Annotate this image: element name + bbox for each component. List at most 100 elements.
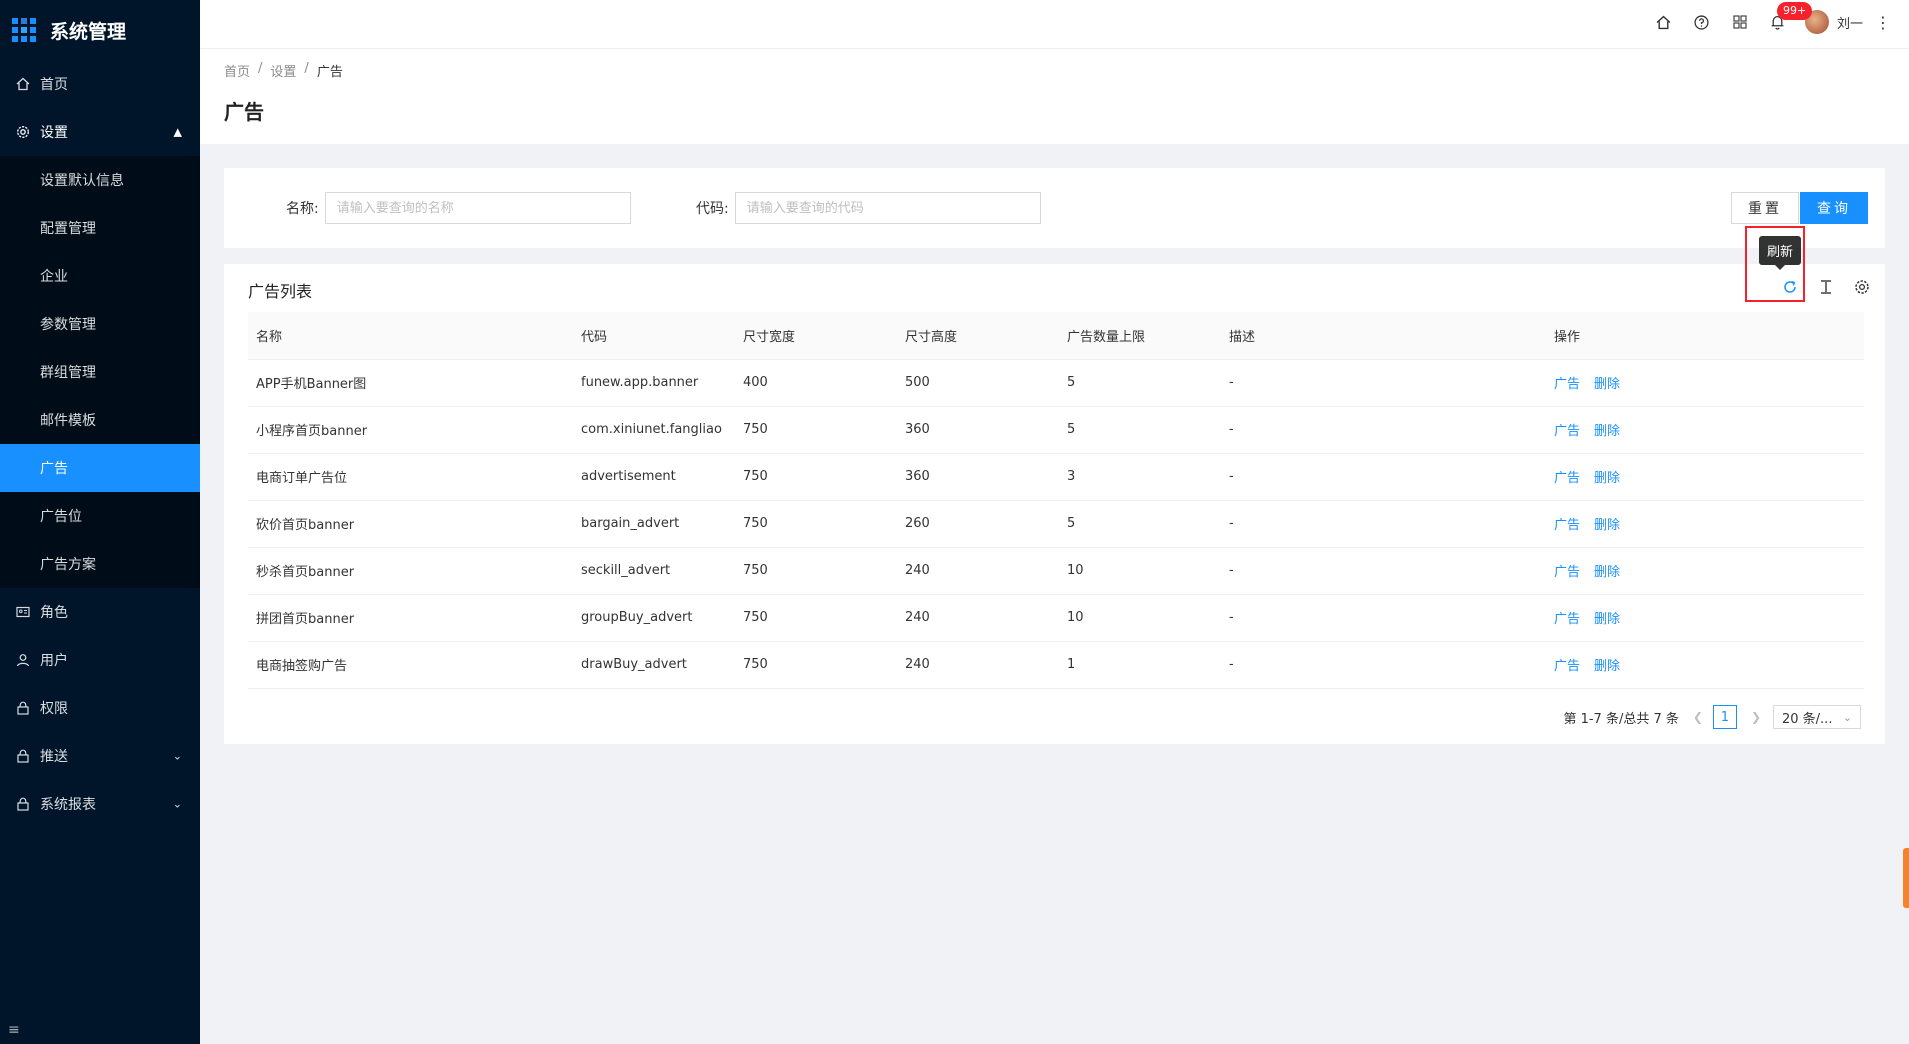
column-header: 描述 xyxy=(1221,312,1546,360)
cell-width: 400 xyxy=(735,359,897,407)
chevron-up-icon: ▲ xyxy=(173,125,182,139)
table-row: 电商抽签购广告 drawBuy_advert 750 240 1 - 广告 删除 xyxy=(248,641,1864,689)
column-header: 代码 xyxy=(573,312,735,360)
cell-height: 240 xyxy=(897,547,1059,595)
delete-link[interactable]: 删除 xyxy=(1594,612,1620,627)
cell-name: 拼团首页banner xyxy=(248,594,573,642)
sidebar-item-label: 广告 xyxy=(40,461,68,477)
sidebar-item-config[interactable]: 配置管理 xyxy=(0,204,200,252)
sidebar-item-label: 首页 xyxy=(40,77,68,93)
cell-code: bargain_advert xyxy=(573,500,735,548)
cell-desc: - xyxy=(1221,359,1546,407)
reset-button[interactable]: 重置 xyxy=(1731,192,1799,224)
breadcrumb-home[interactable]: 首页 xyxy=(224,61,250,80)
page-size-select[interactable]: 20 条/... ⌄ xyxy=(1773,705,1861,729)
sidebar-item-ad-slots[interactable]: 广告位 xyxy=(0,492,200,540)
sidebar-item-push[interactable]: 推送 ⌄ xyxy=(0,732,200,780)
sidebar-item-company[interactable]: 企业 xyxy=(0,252,200,300)
home-icon[interactable] xyxy=(1645,0,1683,44)
breadcrumb-separator: / xyxy=(304,61,309,76)
table-header-row: 名称 代码 尺寸宽度 尺寸高度 广告数量上限 描述 操作 xyxy=(248,312,1864,360)
ad-link[interactable]: 广告 xyxy=(1554,565,1580,580)
sidebar-item-permissions[interactable]: 权限 xyxy=(0,684,200,732)
cell-desc: - xyxy=(1221,453,1546,501)
cell-actions: 广告 删除 xyxy=(1546,641,1864,689)
delete-link[interactable]: 删除 xyxy=(1594,659,1620,674)
table-row: 小程序首页banner com.xiniunet.fangliao 750 36… xyxy=(248,406,1864,454)
sidebar-item-users[interactable]: 用户 xyxy=(0,636,200,684)
app-logo[interactable]: 系统管理 xyxy=(0,0,200,60)
notification-bell-icon[interactable]: 99+ xyxy=(1759,0,1813,44)
settings-submenu: 设置默认信息 配置管理 企业 参数管理 群组管理 邮件模板 广告 广告位 广告方… xyxy=(0,156,200,588)
prev-page-icon[interactable]: ❮ xyxy=(1693,710,1703,724)
cell-actions: 广告 删除 xyxy=(1546,406,1864,454)
cell-name: APP手机Banner图 xyxy=(248,359,573,407)
cell-actions: 广告 删除 xyxy=(1546,359,1864,407)
cell-code: groupBuy_advert xyxy=(573,594,735,642)
search-form: 名称: 代码: 重置 查询 xyxy=(224,168,1885,248)
ad-link[interactable]: 广告 xyxy=(1554,424,1580,439)
collapse-menu-icon[interactable]: ≡ xyxy=(0,1022,200,1044)
sidebar-item-ads[interactable]: 广告 xyxy=(0,444,200,492)
sidebar-item-mail-template[interactable]: 邮件模板 xyxy=(0,396,200,444)
apps-grid-icon[interactable] xyxy=(1721,0,1759,44)
cell-width: 750 xyxy=(735,406,897,454)
cell-actions: 广告 删除 xyxy=(1546,453,1864,501)
ad-link[interactable]: 广告 xyxy=(1554,377,1580,392)
cell-name: 电商订单广告位 xyxy=(248,453,573,501)
column-header: 尺寸宽度 xyxy=(735,312,897,360)
delete-link[interactable]: 删除 xyxy=(1594,518,1620,533)
cell-height: 240 xyxy=(897,594,1059,642)
cell-actions: 广告 删除 xyxy=(1546,594,1864,642)
sidebar-item-label: 广告位 xyxy=(40,509,82,525)
sidebar-item-groups[interactable]: 群组管理 xyxy=(0,348,200,396)
gear-icon xyxy=(16,125,30,139)
cell-height: 500 xyxy=(897,359,1059,407)
code-label: 代码: xyxy=(696,201,729,217)
cell-height: 360 xyxy=(897,406,1059,454)
ad-link[interactable]: 广告 xyxy=(1554,471,1580,486)
ad-link[interactable]: 广告 xyxy=(1554,518,1580,533)
more-vertical-icon[interactable]: ⋮ xyxy=(1875,13,1891,32)
sidebar-item-label: 设置默认信息 xyxy=(40,173,124,189)
sidebar-item-ad-plans[interactable]: 广告方案 xyxy=(0,540,200,588)
home-icon xyxy=(16,77,30,91)
top-header: 99+ 刘一 ⋮ xyxy=(200,0,1909,48)
column-height-icon[interactable] xyxy=(1817,278,1835,296)
cell-desc: - xyxy=(1221,594,1546,642)
ad-link[interactable]: 广告 xyxy=(1554,659,1580,674)
cell-height: 260 xyxy=(897,500,1059,548)
cell-limit: 5 xyxy=(1059,359,1221,407)
column-header: 尺寸高度 xyxy=(897,312,1059,360)
pagination-summary: 第 1-7 条/总共 7 条 xyxy=(1563,711,1679,727)
page-number-button[interactable]: 1 xyxy=(1712,705,1737,729)
breadcrumb-settings[interactable]: 设置 xyxy=(270,61,296,80)
lock-icon xyxy=(16,797,30,811)
delete-link[interactable]: 删除 xyxy=(1594,424,1620,439)
sidebar-item-settings[interactable]: 设置 ▲ xyxy=(0,108,200,156)
delete-link[interactable]: 删除 xyxy=(1594,377,1620,392)
next-page-icon[interactable]: ❯ xyxy=(1751,710,1761,724)
cell-code: com.xiniunet.fangliao xyxy=(573,406,735,454)
scrollbar-thumb[interactable] xyxy=(1903,848,1909,908)
sidebar-item-roles[interactable]: 角色 xyxy=(0,588,200,636)
ad-link[interactable]: 广告 xyxy=(1554,612,1580,627)
sidebar-item-home[interactable]: 首页 xyxy=(0,60,200,108)
delete-link[interactable]: 删除 xyxy=(1594,471,1620,486)
user-menu[interactable]: 刘一 xyxy=(1804,10,1863,34)
sidebar-item-params[interactable]: 参数管理 xyxy=(0,300,200,348)
sidebar-item-default-info[interactable]: 设置默认信息 xyxy=(0,156,200,204)
cell-limit: 10 xyxy=(1059,594,1221,642)
settings-gear-icon[interactable] xyxy=(1853,278,1871,296)
cell-limit: 5 xyxy=(1059,406,1221,454)
name-search-input[interactable] xyxy=(324,192,631,224)
code-search-input[interactable] xyxy=(734,192,1041,224)
query-button[interactable]: 查询 xyxy=(1800,192,1868,224)
help-icon[interactable] xyxy=(1683,0,1721,44)
cell-limit: 3 xyxy=(1059,453,1221,501)
sidebar-item-label: 设置 xyxy=(40,125,68,141)
sidebar-item-reports[interactable]: 系统报表 ⌄ xyxy=(0,780,200,828)
column-header: 名称 xyxy=(248,312,573,360)
delete-link[interactable]: 删除 xyxy=(1594,565,1620,580)
breadcrumb: 首页 / 设置 / 广告 xyxy=(224,61,1885,80)
